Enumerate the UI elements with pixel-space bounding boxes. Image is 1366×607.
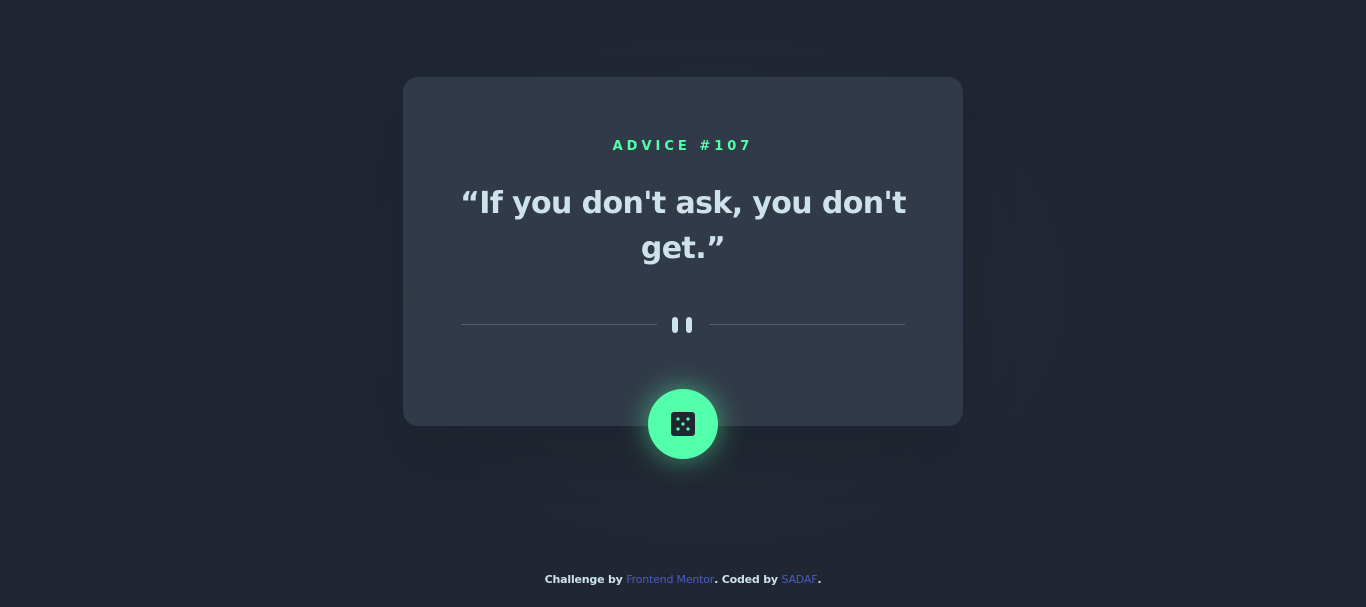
frontend-mentor-link[interactable]: Frontend Mentor <box>626 573 714 586</box>
footer-suffix: . <box>817 573 822 586</box>
footer-middle: . Coded by <box>714 573 782 586</box>
footer-prefix: Challenge by <box>544 573 627 586</box>
footer-attribution: Challenge by Frontend Mentor. Coded by S… <box>0 573 1366 586</box>
pause-icon <box>672 317 694 333</box>
advice-card: ADVICE #107 “If you don't ask, you don't… <box>403 77 963 426</box>
divider-line-right <box>709 324 905 325</box>
advice-number: 107 <box>714 139 754 154</box>
advice-number-label: ADVICE #107 <box>403 139 963 154</box>
advice-quote: “If you don't ask, you don't get.” <box>460 186 906 266</box>
author-link[interactable]: SADAF <box>781 573 817 586</box>
divider-line-left <box>461 324 657 325</box>
dice-icon <box>671 412 695 436</box>
advice-label-prefix: ADVICE # <box>612 139 715 154</box>
generate-advice-button[interactable] <box>648 389 718 459</box>
